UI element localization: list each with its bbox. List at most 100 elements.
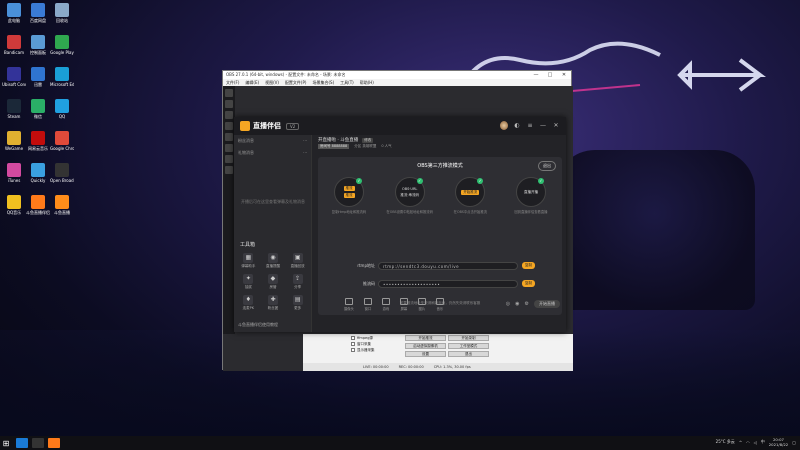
tool-icon[interactable]: [225, 111, 233, 119]
screen-source[interactable]: 屏幕: [399, 297, 408, 311]
network-icon[interactable]: ◠: [746, 440, 750, 445]
desktop-icon[interactable]: 网易云音乐: [26, 131, 50, 161]
tool-2[interactable]: ▣ 直播回放: [285, 253, 310, 269]
close-icon[interactable]: ✕: [552, 122, 560, 129]
desktop-icon[interactable]: Quickly: [26, 163, 50, 193]
menu-file[interactable]: 文件(F): [226, 80, 239, 86]
desktop-icon[interactable]: Open Broadcaster: [50, 163, 74, 193]
desktop-icon[interactable]: 斗鱼直播伴侣: [26, 195, 50, 225]
obs-controls: 开始推流 开始录制 启动虚拟摄像机 工作室模式 设置 退出: [405, 335, 489, 357]
obs-taskbar-icon[interactable]: [32, 438, 44, 448]
image-source[interactable]: 图片: [417, 297, 426, 311]
menu-profile[interactable]: 配置文件(P): [285, 80, 307, 86]
desktop-icon[interactable]: 斗鱼直播: [50, 195, 74, 225]
clock[interactable]: 20:07 2021/8/22: [769, 437, 788, 447]
tool-icon[interactable]: [225, 100, 233, 108]
tool-6[interactable]: ♦ 连麦PK: [236, 295, 261, 311]
desktop-icon-label: Steam: [7, 114, 21, 119]
window-source[interactable]: 窗口: [363, 297, 372, 311]
desktop-icon[interactable]: 迅雷: [26, 67, 50, 97]
menu-icon[interactable]: ≡: [526, 122, 534, 129]
room-category[interactable]: 分区 英雄联盟: [354, 144, 376, 149]
desktop-icon[interactable]: iTunes: [2, 163, 26, 193]
desktop-icon[interactable]: Ubisoft Connect: [2, 67, 26, 97]
desktop-icon[interactable]: 控制面板: [26, 35, 50, 65]
desktop-icon[interactable]: WeGame: [2, 131, 26, 161]
tool-8[interactable]: ▤ 更多: [285, 295, 310, 311]
studio-mode-button[interactable]: 工作室模式: [448, 343, 489, 349]
virtual-camera-button[interactable]: 启动虚拟摄像机: [405, 343, 446, 349]
tool-0[interactable]: ▦ 弹幕助手: [236, 253, 261, 269]
toolbox-title: 工具箱: [240, 242, 256, 248]
tool-4[interactable]: ◆ 房管: [261, 274, 286, 290]
desktop-icon[interactable]: QQ: [50, 99, 74, 129]
desktop-icon[interactable]: 微信: [26, 99, 50, 129]
menu-scene-collection[interactable]: 场景集合(S): [312, 80, 334, 86]
minimize-icon[interactable]: —: [539, 122, 547, 129]
douyu-taskbar-icon[interactable]: [48, 438, 60, 448]
source-item[interactable]: 显示器采集: [351, 347, 403, 353]
notification-icon[interactable]: ▢: [792, 440, 796, 445]
search-icon[interactable]: [16, 438, 28, 448]
windows-start-icon[interactable]: ⊞: [0, 439, 12, 448]
skin-icon[interactable]: ◐: [513, 122, 521, 129]
tool-icon[interactable]: [225, 166, 233, 174]
menu-help[interactable]: 帮助(H): [360, 80, 374, 86]
desktop-icon[interactable]: 百度网盘: [26, 3, 50, 33]
maximize-button[interactable]: □: [543, 72, 557, 78]
start-streaming-button[interactable]: 开始推流: [405, 335, 446, 341]
gift-messages-row[interactable]: 礼物消息 ···: [234, 147, 311, 159]
toolbox-grid: ▦ 弹幕助手 ◉ 直播提醒 ▣ 直播回放 ✦ 抽奖 ◆ 房管 ⇪ 分享 ♦ 连麦PK ✚ 粉丝团 ▤ 更多: [236, 253, 310, 311]
desktop-icon[interactable]: 此电脑: [2, 3, 26, 33]
tool-1[interactable]: ◉ 直播提醒: [261, 253, 286, 269]
desktop-icon[interactable]: 回收站: [50, 3, 74, 33]
up-arrow-icon[interactable]: ^: [739, 440, 742, 445]
exit-mode-button[interactable]: 退出: [538, 161, 556, 171]
desktop-icon[interactable]: Google Play: [50, 35, 74, 65]
copy-rtmp-button[interactable]: 复制: [522, 262, 535, 269]
tool-5[interactable]: ⇪ 分享: [285, 274, 310, 290]
menu-edit[interactable]: 编辑(E): [245, 80, 259, 86]
desktop-icon[interactable]: Google Chrome: [50, 131, 74, 161]
desktop-icon[interactable]: Steam: [2, 99, 26, 129]
fan-messages-row[interactable]: 粉丝消息 ···: [234, 135, 311, 147]
desktop-icon[interactable]: Microsoft Edge: [50, 67, 74, 97]
desktop-icon[interactable]: Bandicam: [2, 35, 26, 65]
menu-view[interactable]: 视图(V): [265, 80, 279, 86]
menu-tools[interactable]: 工具(T): [340, 80, 354, 86]
mic-icon[interactable]: ◎: [506, 301, 510, 307]
desktop-icon[interactable]: QQ音乐: [2, 195, 26, 225]
tool-icon[interactable]: [225, 133, 233, 141]
camera-source[interactable]: 摄像头: [344, 297, 354, 311]
music-source[interactable]: 音乐: [435, 297, 444, 311]
close-button[interactable]: ✕: [557, 72, 571, 78]
desktop-icon-label: 百度网盘: [30, 18, 46, 23]
tool-icon[interactable]: [225, 89, 233, 97]
rtmp-field[interactable]: rtmp://sendtc3.douyu.com/live: [378, 261, 518, 270]
visibility-checkbox[interactable]: [351, 348, 355, 352]
game-source[interactable]: 游戏: [381, 297, 390, 311]
settings-button[interactable]: 设置: [405, 351, 446, 357]
avatar[interactable]: [500, 121, 508, 130]
language-indicator[interactable]: 中: [761, 439, 765, 445]
visibility-checkbox[interactable]: [351, 336, 355, 340]
tool-icon[interactable]: [225, 155, 233, 163]
tool-icon[interactable]: [225, 144, 233, 152]
edit-room-button[interactable]: 修改: [362, 137, 374, 143]
go-live-button[interactable]: 开始直播: [534, 300, 560, 308]
tool-icon[interactable]: [225, 122, 233, 130]
version-badge[interactable]: V2: [286, 122, 300, 130]
copy-key-button[interactable]: 复制: [522, 280, 535, 287]
tool-7[interactable]: ✚ 粉丝团: [261, 295, 286, 311]
exit-button[interactable]: 退出: [448, 351, 489, 357]
speaker-icon[interactable]: ◉: [515, 301, 519, 307]
minimize-button[interactable]: —: [529, 72, 543, 78]
tutorial-link[interactable]: 斗鱼直播伴侣使用教程: [238, 322, 278, 328]
gear-icon[interactable]: ⚙: [525, 301, 529, 307]
volume-icon[interactable]: ◁: [754, 440, 757, 445]
stream-key-field[interactable]: ••••••••••••••••••••: [378, 279, 518, 288]
weather[interactable]: 25°C 多云: [716, 439, 735, 445]
visibility-checkbox[interactable]: [351, 342, 355, 346]
tool-3[interactable]: ✦ 抽奖: [236, 274, 261, 290]
start-recording-button[interactable]: 开始录制: [448, 335, 489, 341]
